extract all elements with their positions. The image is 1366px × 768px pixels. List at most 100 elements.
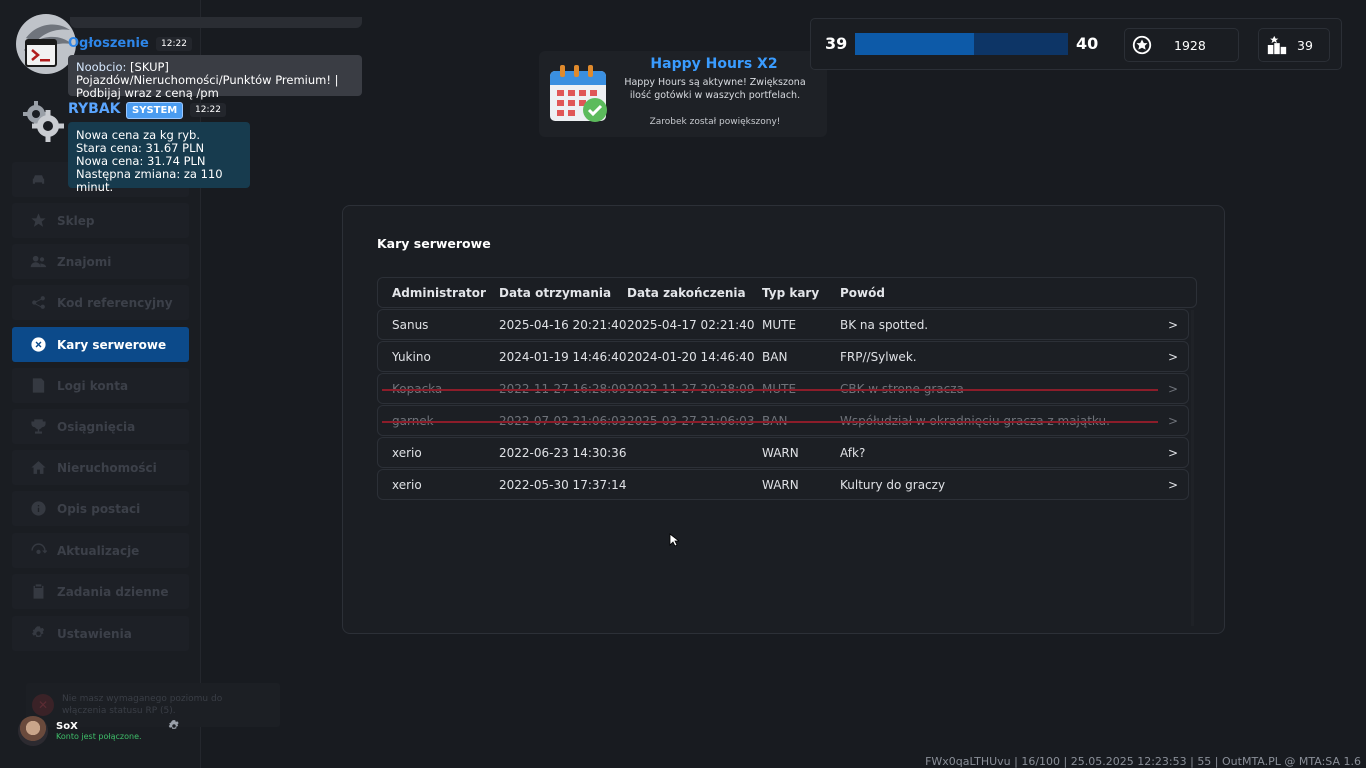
panel-title: Kary serwerowe [377, 236, 491, 251]
calendar-check-icon [550, 65, 607, 122]
column-header-type: Typ kary [762, 286, 820, 300]
sidebar-item-label: Sklep [57, 213, 95, 228]
row-arrow-icon[interactable]: > [1168, 478, 1178, 492]
cell-ends: 2022-11-27 20:28:09 [627, 382, 755, 396]
row-arrow-icon[interactable]: > [1168, 318, 1178, 332]
system-gear-icon [23, 101, 64, 142]
trophy-icon [29, 418, 47, 436]
table-scrollbar[interactable] [1191, 310, 1194, 626]
row-arrow-icon[interactable]: > [1168, 446, 1178, 460]
cell-admin: xerio [392, 478, 422, 492]
premium-coin-icon [1131, 34, 1153, 56]
close-circle-icon [29, 336, 47, 354]
row-arrow-icon[interactable]: > [1168, 350, 1178, 364]
chat-previous-message-edge [70, 17, 362, 28]
column-header-date-received: Data otrzymania [499, 286, 612, 300]
sidebar-item-achievements[interactable]: Osiągnięcia [12, 409, 189, 444]
game-ui-root: Sklep Znajomi Kod referencyjny Kary serw… [0, 0, 1366, 768]
table-row[interactable]: xerio 2022-05-30 17:37:14 WARN Kultury d… [377, 469, 1189, 500]
server-penalties-panel: Kary serwerowe Administrator Data otrzym… [342, 205, 1225, 634]
row-arrow-icon[interactable]: > [1168, 414, 1178, 428]
cell-reason: FRP//Sylwek. [840, 350, 917, 364]
table-row[interactable]: Sanus 2025-04-16 20:21:40 2025-04-17 02:… [377, 309, 1189, 340]
sidebar-item-real-estate[interactable]: Nieruchomości [12, 450, 189, 485]
cell-admin: Sanus [392, 318, 429, 332]
sidebar-item-updates[interactable]: Aktualizacje [12, 533, 189, 568]
cell-admin: garnek [392, 414, 434, 428]
coins-stat: 1928 [1124, 28, 1239, 62]
rank-stat: 39 [1258, 28, 1330, 62]
cell-received: 2022-05-30 17:37:14 [499, 478, 627, 492]
rank-value: 39 [1297, 37, 1313, 53]
table-row[interactable]: xerio 2022-06-23 14:30:36 WARN Afk? > [377, 437, 1189, 468]
logs-icon [29, 377, 47, 395]
sidebar-item-label: Osiągnięcia [57, 419, 136, 434]
current-level: 39 [825, 34, 848, 53]
xp-progress-fill [855, 33, 975, 55]
clipboard-icon [29, 583, 47, 601]
system-badge: SYSTEM [126, 102, 184, 119]
sidebar-item-shop[interactable]: Sklep [12, 203, 189, 238]
cell-reason: Współudział w okradnięciu gracza z mająt… [840, 414, 1110, 428]
cell-admin: Yukino [392, 350, 431, 364]
next-level: 40 [1076, 34, 1099, 53]
sidebar-item-account-logs[interactable]: Logi konta [12, 368, 189, 403]
user-profile[interactable]: SoX Konto jest połączone. [12, 712, 189, 750]
sidebar-item-character-description[interactable]: Opis postaci [12, 491, 189, 526]
user-settings-gear-icon[interactable] [167, 718, 181, 732]
cell-type: BAN [762, 350, 788, 364]
cell-ends: 2024-01-20 14:46:40 [627, 350, 755, 364]
cell-ends: 2025-03-27 21:06:03 [627, 414, 755, 428]
player-stats-bar: 39 40 1928 39 [810, 18, 1342, 70]
happy-hours-title: Happy Hours X2 [650, 56, 778, 72]
announcement-time: 12:22 [156, 37, 192, 51]
sidebar-item-label: Opis postaci [57, 501, 141, 516]
sidebar-item-referral[interactable]: Kod referencyjny [12, 285, 189, 320]
updates-icon [29, 542, 47, 560]
rybak-message: Nowa cena za kg ryb. Stara cena: 31.67 P… [68, 122, 250, 194]
table-row[interactable]: Yukino 2024-01-19 14:46:40 2024-01-20 14… [377, 341, 1189, 372]
happy-hours-subtext: Zarobek został powiększony! [649, 117, 781, 127]
user-status: Konto jest połączone. [56, 732, 142, 741]
table-header: Administrator Data otrzymania Data zakoń… [377, 277, 1197, 308]
cell-reason: Kultury do graczy [840, 478, 946, 492]
cell-received: 2022-06-23 14:30:36 [499, 446, 627, 460]
rybak-name: RYBAK [68, 101, 121, 117]
sidebar-item-label: Ustawienia [57, 626, 132, 641]
rybak-line: Następna zmiana: za 110 minut. [76, 167, 223, 194]
cell-received: 2024-01-19 14:46:40 [499, 350, 627, 364]
sidebar-item-label: Zadania dzienne [57, 584, 169, 599]
users-icon [29, 253, 47, 271]
rybak-time: 12:22 [190, 103, 226, 117]
sidebar-item-friends[interactable]: Znajomi [12, 244, 189, 279]
announcement-nick: Noobcio: [76, 60, 127, 74]
sidebar-item-daily-tasks[interactable]: Zadania dzienne [12, 574, 189, 609]
ranking-podium-icon [1266, 34, 1288, 56]
cell-ends: 2025-04-17 02:21:40 [627, 318, 755, 332]
sidebar-item-settings[interactable]: Ustawienia [12, 616, 189, 651]
sidebar-item-label: Kary serwerowe [57, 337, 167, 352]
cell-received: 2022-11-27 16:28:09 [499, 382, 627, 396]
cell-received: 2022-07-02 21:06:03 [499, 414, 627, 428]
column-header-administrator: Administrator [392, 286, 486, 300]
row-arrow-icon[interactable]: > [1168, 382, 1178, 396]
referral-icon [29, 294, 47, 312]
sidebar-item-label: Znajomi [57, 254, 112, 269]
xp-progress-bar [855, 33, 1068, 55]
cell-type: WARN [762, 478, 799, 492]
column-header-date-ends: Data zakończenia [627, 286, 746, 300]
mouse-cursor-icon [669, 533, 679, 547]
cell-type: MUTE [762, 318, 797, 332]
happy-hours-notification: Happy Hours X2 Happy Hours są aktywne! Z… [539, 51, 827, 137]
cell-admin: xerio [392, 446, 422, 460]
cell-type: BAN [762, 414, 788, 428]
table-row-expired[interactable]: Kopacka 2022-11-27 16:28:09 2022-11-27 2… [377, 373, 1189, 404]
cell-admin: Kopacka [392, 382, 443, 396]
announcement-message: Noobcio: [SKUP] Pojazdów/Nieruchomości/P… [68, 55, 362, 100]
sidebar-item-label: Logi konta [57, 378, 129, 393]
table-row-expired[interactable]: garnek 2022-07-02 21:06:03 2025-03-27 21… [377, 405, 1189, 436]
cell-type: WARN [762, 446, 799, 460]
sidebar-item-server-penalties[interactable]: Kary serwerowe [12, 327, 189, 362]
avatar [18, 716, 48, 746]
house-icon [29, 459, 47, 477]
